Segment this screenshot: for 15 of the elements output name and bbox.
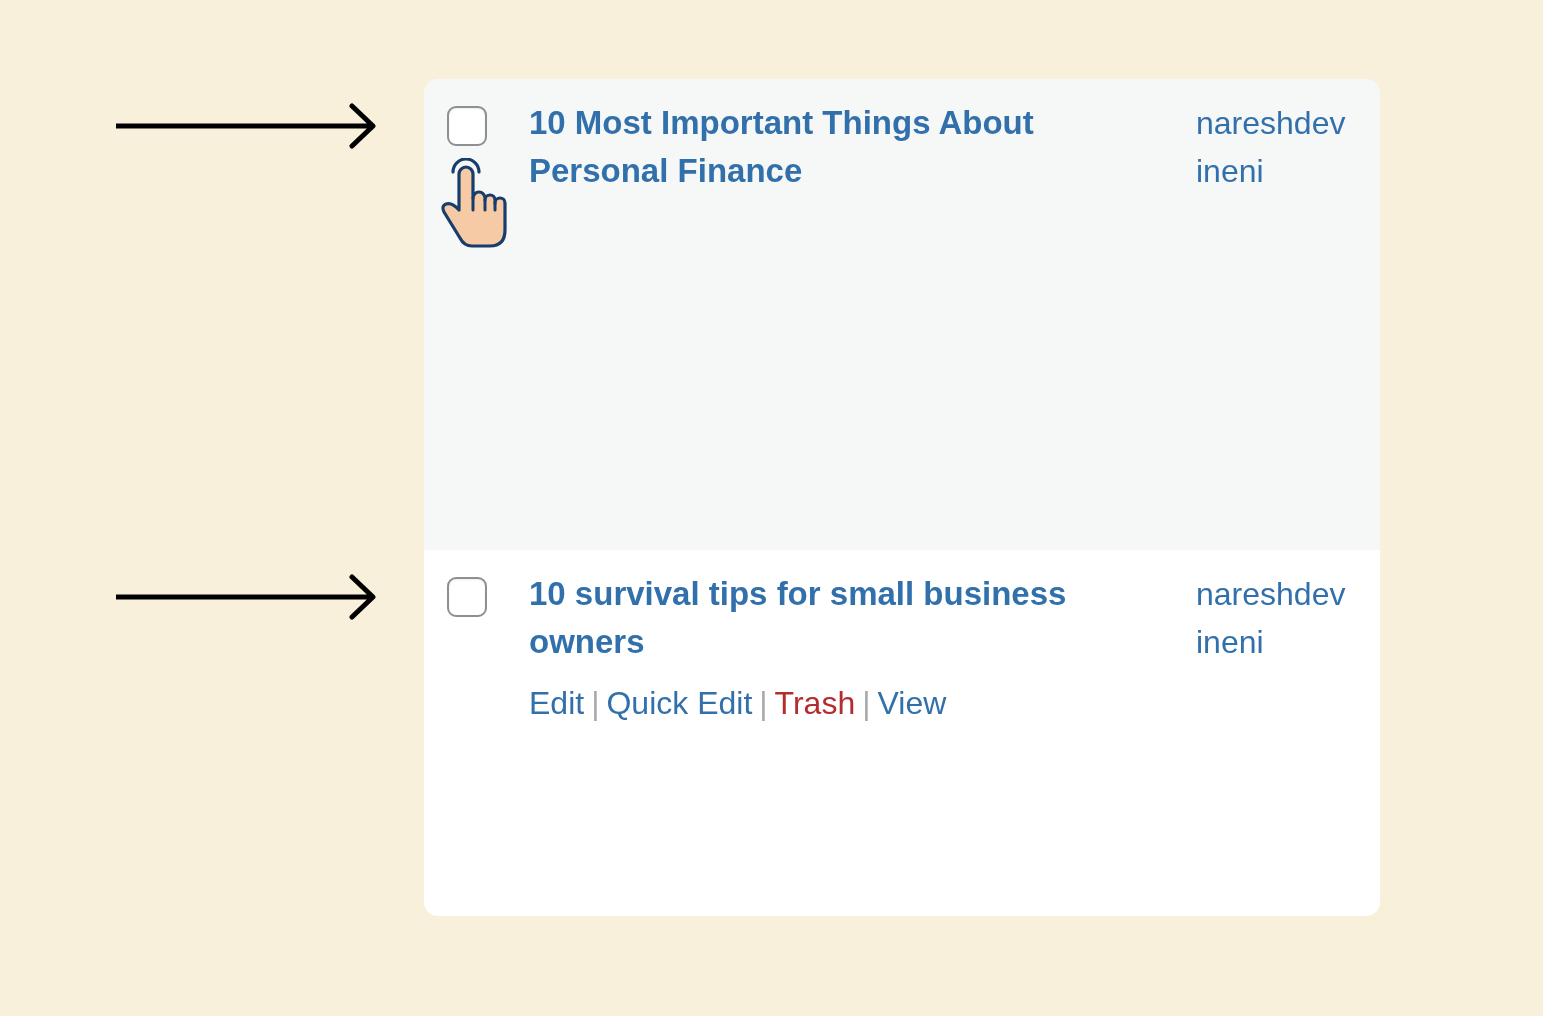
row-action-link[interactable]: View — [877, 685, 947, 721]
action-separator: | — [591, 685, 600, 721]
row-action-link[interactable]: Quick Edit — [606, 685, 753, 721]
post-title-link[interactable]: 10 Most Important Things About Personal Finance — [529, 99, 1149, 195]
action-separator: | — [759, 685, 768, 721]
post-title-link[interactable]: 10 survival tips for small business owners — [529, 570, 1149, 666]
row-action-link[interactable]: Edit — [529, 685, 585, 721]
row-checkbox[interactable] — [447, 577, 487, 617]
author-link[interactable]: nareshdevineni — [1196, 99, 1348, 195]
action-separator: | — [862, 685, 871, 721]
author-link[interactable]: nareshdevineni — [1196, 570, 1348, 666]
trash-link[interactable]: Trash — [774, 685, 856, 721]
right-arrow-icon — [116, 573, 376, 621]
row-checkbox[interactable] — [447, 106, 487, 146]
right-arrow-icon — [116, 102, 376, 150]
